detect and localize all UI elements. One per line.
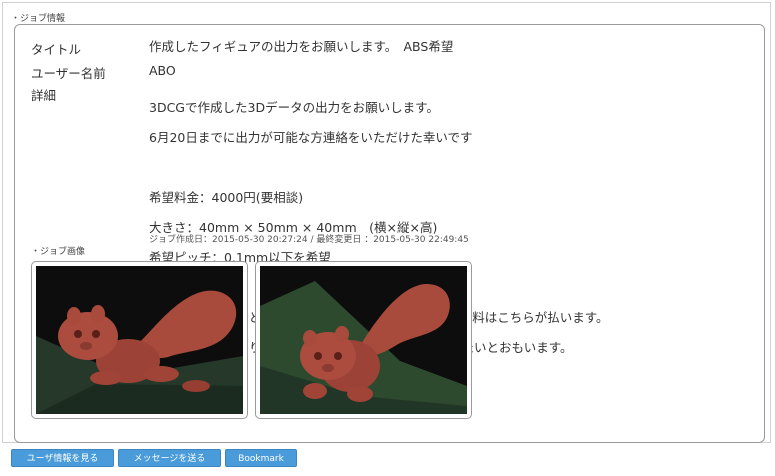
detail-label: 詳細 xyxy=(31,88,57,103)
title-label: タイトル xyxy=(31,42,82,57)
squirrel-figure-front-view xyxy=(260,266,467,414)
squirrel-figure-side-view xyxy=(36,266,243,414)
view-user-info-button[interactable]: ユーザ情報を見る xyxy=(11,449,114,467)
detail-line xyxy=(149,160,609,175)
user-name-value: ABO xyxy=(149,63,176,78)
job-info-section: ・ジョブ情報 タイトル 作成したフィギュアの出力をお願いします。 ABS希望 ユ… xyxy=(2,2,771,443)
job-image-2[interactable] xyxy=(255,261,472,419)
job-image-1[interactable] xyxy=(31,261,248,419)
job-details-panel: タイトル 作成したフィギュアの出力をお願いします。 ABS希望 ユーザー名前 A… xyxy=(14,24,765,443)
title-value: 作成したフィギュアの出力をお願いします。 ABS希望 xyxy=(149,39,454,54)
send-message-button[interactable]: メッセージを送る xyxy=(118,449,221,467)
job-info-heading: ・ジョブ情報 xyxy=(11,14,66,24)
bookmark-button[interactable]: Bookmark xyxy=(225,449,297,467)
job-timestamps: ジョブ作成日：2015-05-30 20:27:24 / 最終変更日 ：2015… xyxy=(149,235,469,245)
detail-line: 3DCGで作成した3Dデータの出力をお願いします。 xyxy=(149,100,439,115)
detail-line: 希望料金：4000円(要相談) xyxy=(149,190,304,205)
job-image-heading: ・ジョブ画像 xyxy=(31,247,86,257)
detail-line: 6月20日までに出力が可能な方連絡をいただけた幸いです xyxy=(149,130,473,145)
user-name-label: ユーザー名前 xyxy=(31,66,106,81)
